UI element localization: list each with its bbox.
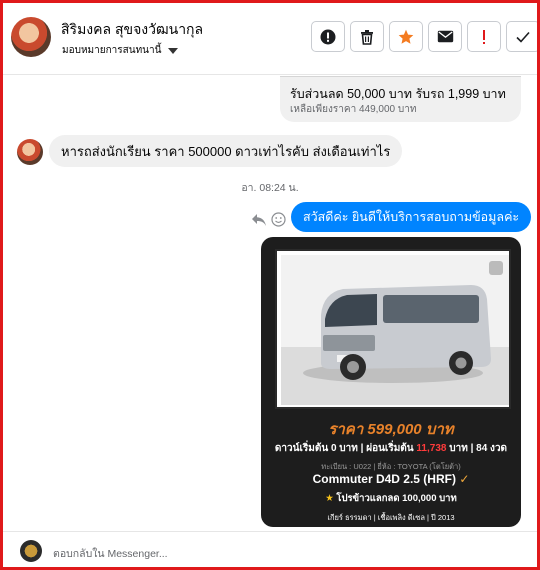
header-actions [311,21,537,52]
exclamation-red-icon [483,29,485,44]
ad-specs: เกียร์ ธรรมดา | เชื้อเพลิง ดีเซล | ปี 20… [327,513,455,522]
react-emoji-icon[interactable] [271,212,286,227]
mark-unread-button[interactable] [428,21,462,52]
reply-icon[interactable] [251,213,267,227]
ad-finance-line: ดาวน์เริ่มต้น 0 บาท | ผ่อนเริ่มต้น 11,73… [261,441,521,456]
sender-avatar [17,139,43,165]
message-thread[interactable]: รับส่วนลด 50,000 บาท รับรถ 1,999 บาท เหล… [3,76,537,531]
product-card-image-edge [280,76,521,77]
image-expand-icon [489,261,503,275]
van-illustration [281,255,509,405]
reply-input[interactable]: ตอบกลับใน Messenger... [53,545,168,562]
product-card-title: รับส่วนลด 50,000 บาท รับรถ 1,999 บาท [290,87,506,101]
mark-spam-button[interactable] [311,21,345,52]
exclamation-circle-icon [320,29,336,44]
product-card-previous[interactable]: รับส่วนลด 50,000 บาท รับรถ 1,999 บาท เหล… [280,76,521,122]
reply-bar: ตอบกลับใน Messenger... [3,531,537,567]
vehicle-photo [281,255,509,405]
verified-check-icon: ✓ [459,472,470,486]
incoming-message[interactable]: หารถส่งนักเรียน ราคา 500000 ดาวเท่าไรคับ… [49,135,403,167]
delete-button[interactable] [350,21,384,52]
message-hover-actions [251,212,286,227]
ad-installment-suffix: บาท | 84 งวด [449,443,508,454]
ad-promo-line: ★ โปรข้าวแลกลด 100,000 บาท [261,491,521,506]
assign-conversation-dropdown[interactable]: มอบหมายการสนทนานี้ [62,43,179,58]
contact-avatar[interactable] [11,17,51,57]
promo-star-icon: ★ [325,493,334,504]
ad-model-line: Commuter D4D 2.5 (HRF) ✓ [261,472,521,486]
check-icon [516,31,530,43]
ad-price: ราคา 599,000 บาท [328,421,454,438]
star-icon [398,29,414,44]
follow-up-button[interactable] [467,21,501,52]
vehicle-photo-frame [275,249,511,409]
ad-promo: โปรข้าวแลกลด 100,000 บาท [336,493,457,504]
ad-installment: 11,738 [416,443,447,454]
mail-icon [437,30,453,43]
trash-icon [361,29,373,45]
caret-down-icon [168,47,179,54]
ad-model: Commuter D4D 2.5 (HRF) [312,472,456,486]
screenshot-frame: สิริมงคล สุขจงวัฒนากุล มอบหมายการสนทนานี… [0,0,540,570]
message-timestamp: อา. 08:24 น. [241,182,299,194]
product-card-subtitle: เหลือเพียงราคา 449,000 บาท [290,104,417,115]
conversation-header: สิริมงคล สุขจงวัฒนากุล มอบหมายการสนทนานี… [3,3,537,75]
contact-name[interactable]: สิริมงคล สุขจงวัฒนากุล [61,19,203,41]
outgoing-message[interactable]: สวัสดีค่ะ ยินดีให้บริการสอบถามข้อมูลค่ะ [291,202,532,232]
sent-image-attachment[interactable]: ราคา 599,000 บาท ดาวน์เริ่มต้น 0 บาท | ผ… [261,237,521,527]
assign-label: มอบหมายการสนทนานี้ [62,45,162,56]
ad-down-payment: ดาวน์เริ่มต้น 0 บาท | ผ่อนเริ่มต้น [274,443,414,454]
done-button[interactable] [506,21,537,52]
star-button[interactable] [389,21,423,52]
page-avatar [20,540,42,562]
